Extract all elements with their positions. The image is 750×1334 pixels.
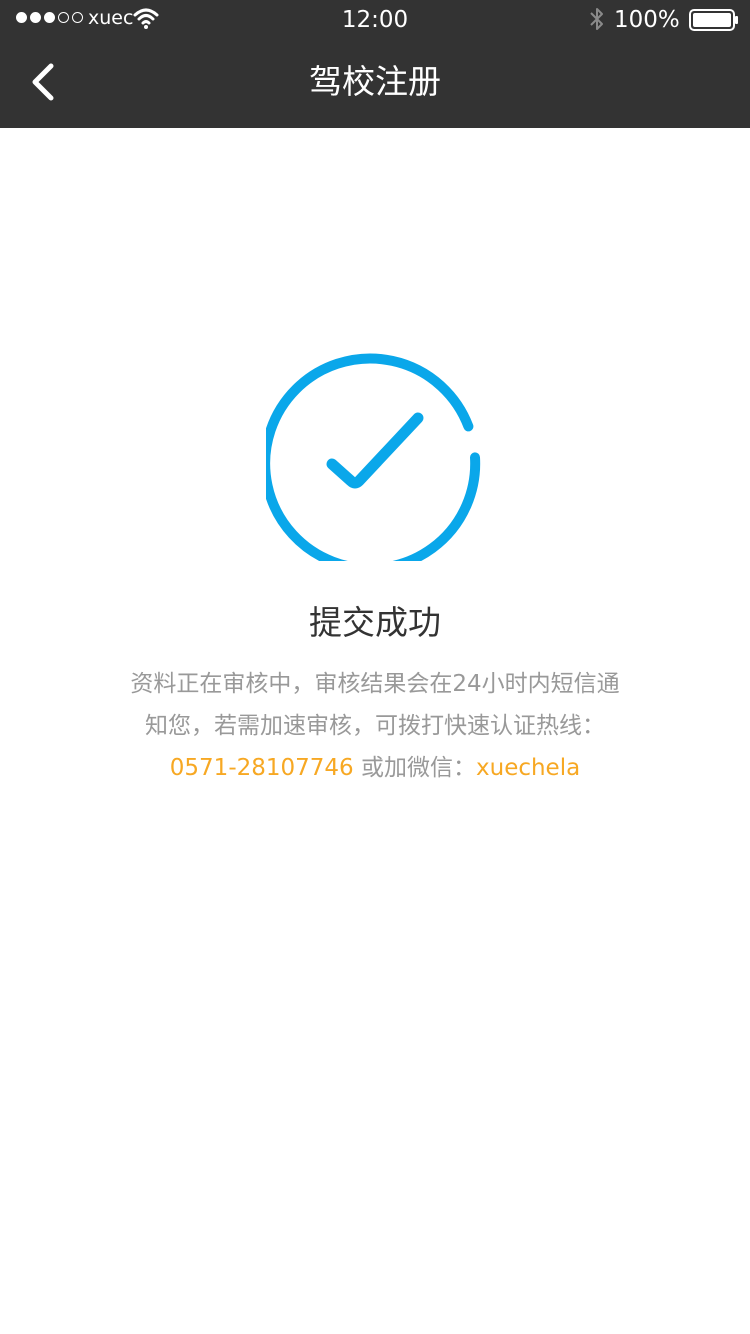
page-title: 驾校注册 (309, 62, 441, 101)
status-bar: xuec 12:00 100% (0, 0, 750, 40)
battery-icon (689, 9, 738, 31)
wechat-prefix: 或加微信： (353, 755, 476, 781)
bluetooth-icon (590, 8, 603, 30)
check-circle-icon (266, 353, 481, 561)
message-line-1: 资料正在审核中，审核结果会在24小时内短信通 (130, 671, 620, 697)
top-bar: xuec 12:00 100% 驾校注册 (0, 0, 750, 128)
wechat-id[interactable]: xuechela (476, 755, 580, 781)
battery-percentage: 100% (614, 7, 680, 33)
message-line-2: 知您，若需加速审核，可拨打快速认证热线： (145, 713, 605, 739)
hotline-phone-link[interactable]: 0571-28107746 (170, 755, 354, 781)
contact-line: 0571-28107746 或加微信：xuechela (100, 747, 650, 789)
review-message: 资料正在审核中，审核结果会在24小时内短信通 知您，若需加速审核，可拨打快速认证… (100, 663, 650, 789)
success-title: 提交成功 (309, 603, 441, 642)
